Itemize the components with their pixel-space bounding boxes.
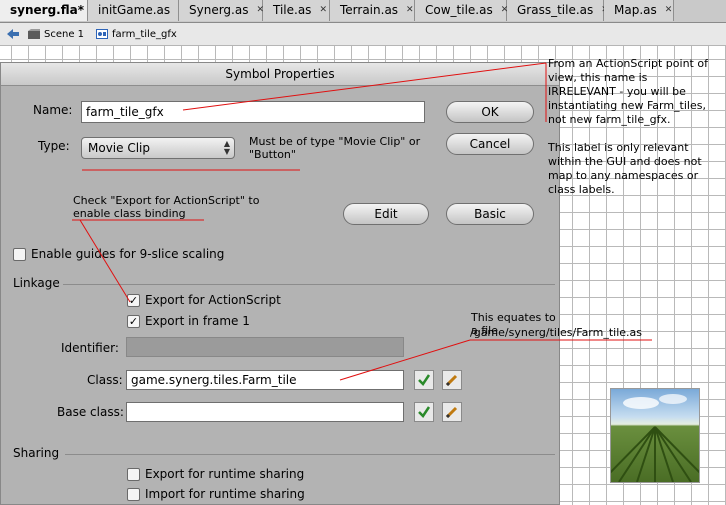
identifier-label: Identifier:	[61, 341, 119, 355]
basic-button[interactable]: Basic	[446, 203, 534, 225]
sharing-heading: Sharing	[13, 446, 60, 460]
tab-grass-tile-as[interactable]: Grass_tile.as✕	[507, 0, 609, 21]
scene-icon	[28, 29, 40, 39]
cancel-button[interactable]: Cancel	[446, 133, 534, 155]
tab-tile-as[interactable]: Tile.as ✕	[263, 0, 330, 21]
breadcrumb-symbol[interactable]: farm_tile_gfx	[112, 29, 177, 40]
linkage-divider	[63, 284, 555, 285]
check-annotation: Check "Export for ActionScript" to enabl…	[73, 194, 260, 220]
base-class-input[interactable]	[126, 402, 404, 422]
tab-label: initGame.as	[98, 3, 171, 17]
select-arrows-icon: ▲ ▼	[223, 139, 230, 156]
nine-slice-label: Enable guides for 9-slice scaling	[31, 247, 225, 261]
symbol-properties-dialog: Symbol Properties Name: farm_tile_gfx Ty…	[0, 62, 560, 505]
name-input[interactable]: farm_tile_gfx	[81, 101, 425, 123]
right-annotation: From an ActionScript point of view, this…	[548, 57, 708, 211]
edit-button[interactable]: Edit	[343, 203, 429, 225]
type-annotation: Must be of type "Movie Clip" or "Button"	[249, 135, 421, 161]
nine-slice-checkbox[interactable]	[13, 248, 26, 261]
type-select[interactable]: Movie Clip ▲ ▼	[81, 137, 235, 159]
sharing-divider	[65, 454, 555, 455]
type-select-value: Movie Clip	[88, 141, 150, 155]
tab-label: Cow_tile.as	[425, 3, 493, 17]
farm-field-graphic	[611, 394, 699, 482]
tab-initgame-as[interactable]: initGame.as✕	[88, 0, 186, 21]
document-tab-bar: synerg.fla*✕ initGame.as✕ Synerg.as✕ Til…	[0, 0, 726, 23]
symbol-icon	[96, 29, 109, 39]
class-label: Class:	[87, 373, 123, 387]
file-annotation-2: /game/synerg/tiles/Farm_tile.as	[470, 326, 643, 339]
linkage-heading: Linkage	[13, 276, 60, 290]
farm-tile-image	[610, 388, 700, 483]
tab-label: synerg.fla*	[10, 3, 84, 17]
export-actionscript-checkbox[interactable]: ✓	[127, 294, 140, 307]
tab-map-as[interactable]: Map.as ✕	[604, 0, 674, 21]
identifier-input	[126, 337, 404, 357]
tab-label: Synerg.as	[189, 3, 249, 17]
right-annotation-1: From an ActionScript point of view, this…	[548, 57, 708, 126]
tab-terrain-as[interactable]: Terrain.as ✕	[330, 0, 415, 21]
edit-class-button[interactable]	[442, 370, 462, 390]
export-frame1-label: Export in frame 1	[145, 314, 250, 328]
ok-button[interactable]: OK	[446, 101, 534, 123]
type-label: Type:	[38, 139, 70, 153]
close-icon[interactable]: ✕	[665, 0, 673, 21]
export-frame1-checkbox[interactable]: ✓	[127, 315, 140, 328]
validate-base-class-button[interactable]	[414, 402, 434, 422]
close-icon[interactable]: ✕	[406, 0, 414, 21]
base-class-label: Base class:	[57, 405, 124, 419]
pencil-icon	[445, 374, 458, 387]
tab-label: Map.as	[614, 3, 657, 17]
runtime-import-label: Import for runtime sharing	[145, 487, 305, 501]
edit-base-class-button[interactable]	[442, 402, 462, 422]
tab-synerg-fla[interactable]: synerg.fla*✕	[0, 0, 100, 21]
validate-class-button[interactable]	[414, 370, 434, 390]
checkmark-icon	[418, 374, 431, 386]
pencil-icon	[445, 406, 458, 419]
class-input[interactable]: game.synerg.tiles.Farm_tile	[126, 370, 404, 390]
runtime-export-label: Export for runtime sharing	[145, 467, 305, 481]
tab-synerg-as[interactable]: Synerg.as ✕	[179, 0, 264, 21]
runtime-import-checkbox[interactable]	[127, 488, 140, 501]
close-icon[interactable]: ✕	[319, 0, 327, 21]
tab-label: Terrain.as	[340, 3, 399, 17]
export-actionscript-label: Export for ActionScript	[145, 293, 281, 307]
name-label: Name:	[33, 103, 73, 117]
tab-label: Tile.as	[273, 3, 312, 17]
back-arrow-icon[interactable]	[6, 28, 20, 40]
tab-label: Grass_tile.as	[517, 3, 594, 17]
checkmark-icon	[418, 406, 431, 418]
runtime-export-checkbox[interactable]	[127, 468, 140, 481]
tab-cow-tile-as[interactable]: Cow_tile.as ✕	[415, 0, 508, 21]
breadcrumb: Scene 1 farm_tile_gfx	[0, 23, 726, 46]
dialog-title: Symbol Properties	[1, 63, 559, 86]
breadcrumb-scene[interactable]: Scene 1	[44, 29, 84, 40]
right-annotation-2: This label is only relevant within the G…	[548, 141, 702, 196]
